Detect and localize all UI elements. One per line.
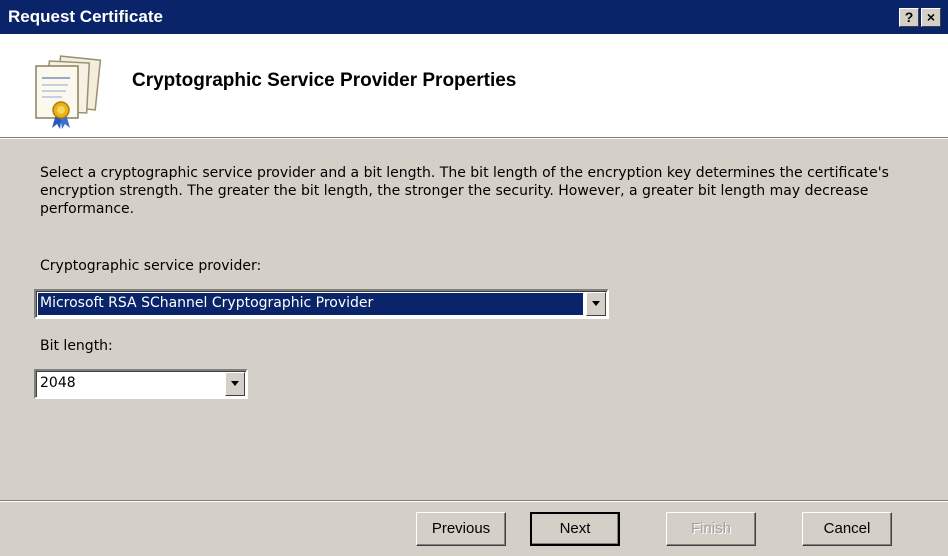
provider-label: Cryptographic service provider: bbox=[40, 258, 262, 274]
help-button[interactable]: ? bbox=[899, 8, 919, 27]
next-button[interactable]: Next bbox=[530, 512, 620, 546]
provider-selected-value: Microsoft RSA SChannel Cryptographic Pro… bbox=[38, 293, 583, 315]
footer-divider bbox=[0, 500, 948, 502]
provider-dropdown[interactable]: Microsoft RSA SChannel Cryptographic Pro… bbox=[34, 289, 609, 319]
chevron-down-icon[interactable] bbox=[586, 292, 606, 316]
description-text: Select a cryptographic service provider … bbox=[40, 165, 889, 217]
page-title: Cryptographic Service Provider Propertie… bbox=[132, 70, 517, 91]
title-bar[interactable]: Request Certificate ? × bbox=[0, 0, 948, 34]
close-button[interactable]: × bbox=[921, 8, 941, 27]
chevron-down-icon[interactable] bbox=[225, 372, 245, 396]
finish-button[interactable]: Finish bbox=[666, 512, 756, 546]
bit-length-dropdown[interactable]: 2048 bbox=[34, 369, 248, 399]
window-title: Request Certificate bbox=[8, 7, 163, 26]
cancel-button[interactable]: Cancel bbox=[802, 512, 892, 546]
header-divider bbox=[0, 138, 948, 139]
previous-button[interactable]: Previous bbox=[416, 512, 506, 546]
bit-length-selected-value: 2048 bbox=[40, 375, 76, 391]
certificate-icon bbox=[35, 55, 102, 129]
bit-length-label: Bit length: bbox=[40, 338, 113, 354]
